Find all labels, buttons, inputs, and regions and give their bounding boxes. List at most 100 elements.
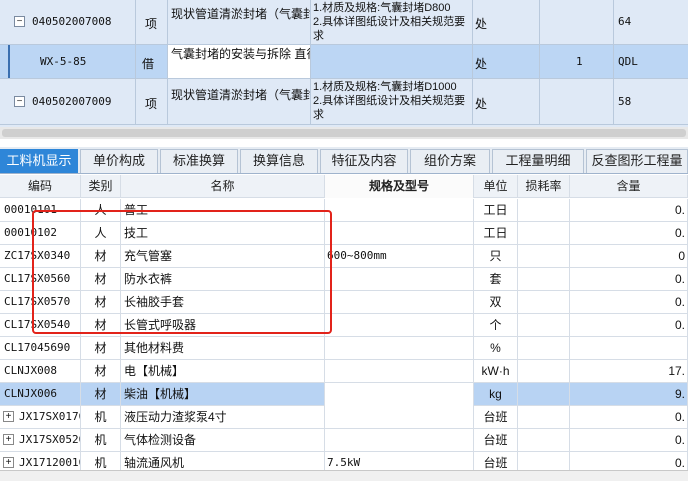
cell-unit: 工日 xyxy=(474,199,518,222)
cell-name: 长管式呼吸器 xyxy=(121,314,325,337)
collapse-icon[interactable]: − xyxy=(14,16,25,27)
resource-row[interactable]: CLNJX006 材柴油【机械】 kg 9. xyxy=(0,383,688,406)
resource-row[interactable]: CL17SX0540 材长管式呼吸器 个 0. xyxy=(0,314,688,337)
cell-spec[interactable] xyxy=(325,383,474,406)
cell-spec[interactable] xyxy=(325,199,474,222)
cell-qty[interactable]: 0 xyxy=(570,245,688,268)
cell-loss[interactable] xyxy=(518,199,570,222)
tab-unit-price[interactable]: 单价构成 xyxy=(80,149,158,173)
cell-name: 充气管塞 xyxy=(121,245,325,268)
tab-graphic-quantity[interactable]: 反查图形工程量 xyxy=(586,149,688,173)
cell-loss[interactable] xyxy=(518,360,570,383)
cell-unit: 只 xyxy=(474,245,518,268)
cell-loss[interactable] xyxy=(518,406,570,429)
cell-code: CLNJX008 xyxy=(0,360,81,383)
resource-row[interactable]: CL17SX0560 材防水衣裤 套 0. xyxy=(0,268,688,291)
cell-type: 人 xyxy=(81,199,121,222)
cell-spec[interactable] xyxy=(325,314,474,337)
col-header-qty[interactable]: 含量 xyxy=(570,175,688,198)
item-type: 项 xyxy=(145,97,158,111)
cell-spec[interactable] xyxy=(325,268,474,291)
cell-loss[interactable] xyxy=(518,222,570,245)
sub-item-row[interactable]: WX-5-85 借 气囊封堵的安装与拆除 直径800mm以内 处 1 QDL xyxy=(0,45,688,79)
cell-qty[interactable]: 0. xyxy=(570,268,688,291)
col-header-name[interactable]: 名称 xyxy=(121,175,325,198)
cell-loss[interactable] xyxy=(518,245,570,268)
cell-loss[interactable] xyxy=(518,268,570,291)
cell-qty[interactable]: 0. xyxy=(570,291,688,314)
resource-row[interactable]: CLNJX008 材电【机械】 kW·h 17. xyxy=(0,360,688,383)
col-header-spec[interactable]: 规格及型号 xyxy=(325,175,474,198)
resource-row[interactable]: CL17045690 材其他材料费% xyxy=(0,337,688,360)
cell-qty[interactable]: 0. xyxy=(570,314,688,337)
cell-type: 材 xyxy=(81,337,121,360)
cell-qty[interactable]: 0. xyxy=(570,199,688,222)
cell-qty[interactable]: 0. xyxy=(570,429,688,452)
cell-qty[interactable]: 0. xyxy=(570,406,688,429)
cell-loss[interactable] xyxy=(518,429,570,452)
cell-spec[interactable] xyxy=(325,337,474,360)
cell-loss[interactable] xyxy=(518,383,570,406)
item-code: WX-5-85 xyxy=(40,55,87,68)
cell-name: 其他材料费 xyxy=(121,337,325,360)
item-value: 64 xyxy=(618,15,632,28)
cell-spec[interactable] xyxy=(325,406,474,429)
cell-name: 普工 xyxy=(121,199,325,222)
col-header-code[interactable]: 编码 xyxy=(0,175,81,198)
resource-row[interactable]: ZC17SX0340 材充气管塞 600~800mm 只 0 xyxy=(0,245,688,268)
cell-spec[interactable]: 600~800mm xyxy=(325,245,474,268)
item-row[interactable]: − 040502007008 项 现状管道清淤封堵（气囊封堵） 1.材质及规格:… xyxy=(0,0,688,45)
cell-spec[interactable] xyxy=(325,429,474,452)
cell-unit: % xyxy=(474,337,518,360)
cell-code: CL17SX0570 xyxy=(0,291,81,314)
expand-icon[interactable]: + xyxy=(3,411,14,422)
cell-name: 技工 xyxy=(121,222,325,245)
resource-row[interactable]: 00010102 人技工 工日 0. xyxy=(0,222,688,245)
cell-code: CL17SX0540 xyxy=(0,314,81,337)
cell-unit: 台班 xyxy=(474,429,518,452)
resource-row[interactable]: 00010101 人普工 工日 0. xyxy=(0,199,688,222)
item-spec: 1.材质及规格:气囊封堵D800 2.具体详图纸设计及相关规范要求 xyxy=(313,2,466,42)
cell-spec[interactable] xyxy=(325,291,474,314)
cell-type: 材 xyxy=(81,314,121,337)
item-row[interactable]: − 040502007009 项 现状管道清淤封堵（气囊封堵） 1.材质及规格:… xyxy=(0,79,688,125)
col-header-unit[interactable]: 单位 xyxy=(474,175,518,198)
item-unit: 处 xyxy=(475,17,488,31)
cell-loss[interactable] xyxy=(518,291,570,314)
col-header-loss[interactable]: 损耗率 xyxy=(518,175,570,198)
cell-type: 机 xyxy=(81,429,121,452)
col-header-type[interactable]: 类别 xyxy=(81,175,121,198)
cell-loss[interactable] xyxy=(518,314,570,337)
expand-icon[interactable]: + xyxy=(3,457,14,468)
cell-loss[interactable] xyxy=(518,337,570,360)
cell-type: 人 xyxy=(81,222,121,245)
resource-row[interactable]: CL17SX0570 材长袖胶手套 双 0. xyxy=(0,291,688,314)
cell-unit: 双 xyxy=(474,291,518,314)
cell-type: 材 xyxy=(81,383,121,406)
tab-quantity-detail[interactable]: 工程量明细 xyxy=(492,149,584,173)
cell-spec[interactable] xyxy=(325,360,474,383)
resource-row[interactable]: JX17SX0170 机液压动力渣浆泵4寸 台班 0. + xyxy=(0,406,688,429)
cell-qty[interactable]: 17. xyxy=(570,360,688,383)
cell-name: 防水衣裤 xyxy=(121,268,325,291)
item-list-grid: − 040502007008 项 现状管道清淤封堵（气囊封堵） 1.材质及规格:… xyxy=(0,0,688,127)
tab-features[interactable]: 特征及内容 xyxy=(320,149,408,173)
tab-standard-conversion[interactable]: 标准换算 xyxy=(160,149,238,173)
tab-labor-material-machine[interactable]: 工料机显示 xyxy=(0,149,78,173)
cell-qty[interactable]: 9. xyxy=(570,383,688,406)
cell-qty[interactable]: 0. xyxy=(570,222,688,245)
tab-conversion-info[interactable]: 换算信息 xyxy=(240,149,318,173)
collapse-icon[interactable]: − xyxy=(14,96,25,107)
scrollbar-thumb[interactable] xyxy=(2,129,686,137)
detail-tab-bar: 工料机显示 单价构成 标准换算 换算信息 特征及内容 组价方案 工程量明细 反查… xyxy=(0,147,688,174)
cell-spec[interactable] xyxy=(325,222,474,245)
cell-name: 长袖胶手套 xyxy=(121,291,325,314)
cell-unit: 个 xyxy=(474,314,518,337)
item-value: 58 xyxy=(618,95,632,108)
expand-icon[interactable]: + xyxy=(3,434,14,445)
resource-row[interactable]: JX17SX0520 机气体检测设备 台班 0. + xyxy=(0,429,688,452)
cell-qty[interactable] xyxy=(570,337,688,360)
tab-pricing-plan[interactable]: 组价方案 xyxy=(410,149,490,173)
horizontal-scrollbar[interactable] xyxy=(0,127,688,139)
item-value: QDL xyxy=(618,55,638,68)
